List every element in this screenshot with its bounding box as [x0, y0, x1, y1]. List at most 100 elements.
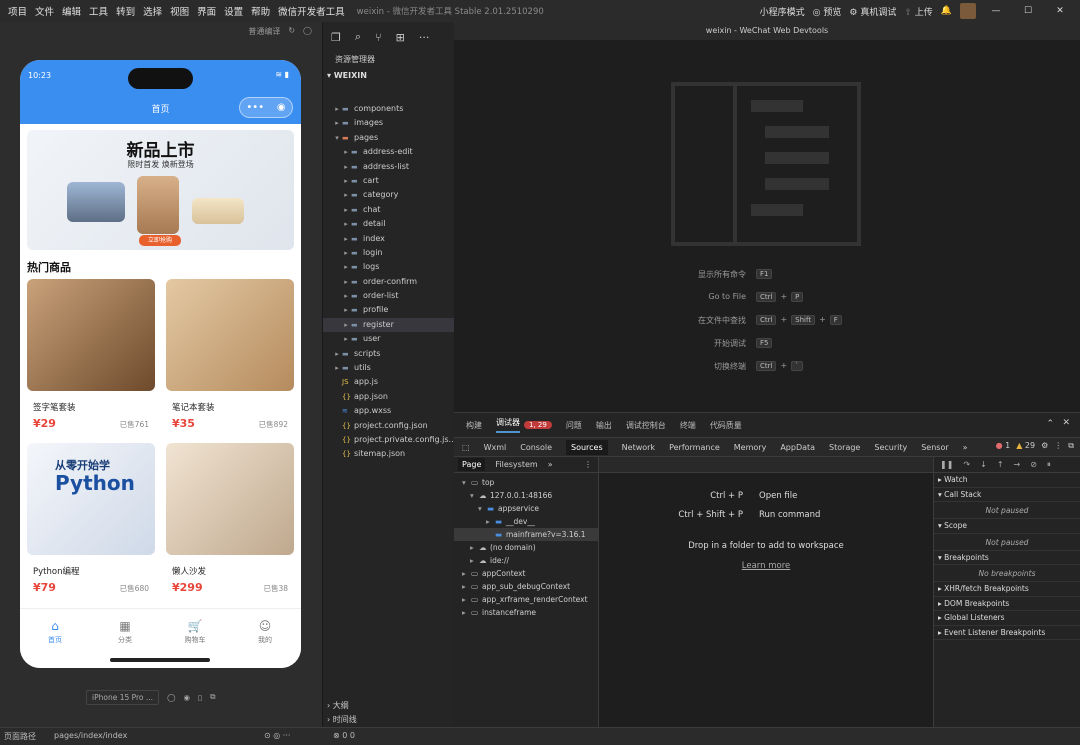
inspect-icon[interactable]: ⬚: [462, 443, 470, 452]
device-select[interactable]: iPhone 15 Pro ...: [86, 689, 160, 705]
file-tree-item[interactable]: ▸ ▬ scripts: [323, 347, 454, 361]
maximize-icon[interactable]: ☐: [1016, 6, 1040, 16]
menu-item[interactable]: 视图: [166, 4, 193, 18]
stop-icon[interactable]: ◯: [303, 26, 312, 37]
product-card[interactable]: 签字笔套装 ¥29 已售761: [27, 279, 155, 439]
debugger-pane-header[interactable]: ▸ DOM Breakpoints: [934, 597, 1080, 611]
more-icon[interactable]: ···: [419, 31, 430, 44]
debugger-pane-header[interactable]: ▸ Global Listeners: [934, 611, 1080, 626]
menu-item[interactable]: 转到: [112, 4, 139, 18]
file-tree-item[interactable]: ▸ ▬ logs: [323, 260, 454, 274]
sources-tree-item[interactable]: ▬ mainframe?v=3.16.1: [454, 528, 598, 541]
product-card[interactable]: 懒人沙发 ¥299 已售38: [166, 443, 294, 603]
tab-profile[interactable]: ☺ 我的: [230, 619, 300, 645]
sources-tree-item[interactable]: ▸ ☁ (no domain): [454, 541, 598, 554]
sources-tree-item[interactable]: ▸ ☁ ide://: [454, 554, 598, 567]
panel-tab[interactable]: Sources: [566, 439, 608, 455]
settings-icon[interactable]: ⚙: [1041, 441, 1048, 451]
menu-item[interactable]: 编辑: [58, 4, 85, 18]
devtools-tab[interactable]: 终端: [680, 420, 696, 431]
menu-item[interactable]: 项目: [4, 4, 31, 18]
sources-tree-item[interactable]: ▸ ▭ app_sub_debugContext: [454, 580, 598, 593]
file-tree-item[interactable]: {} app.json: [323, 390, 454, 404]
panel-tab[interactable]: AppData: [780, 443, 815, 452]
banner[interactable]: 新品上市 限时首发 焕新登场 立即抢购: [27, 130, 294, 250]
menu-item[interactable]: 微信开发者工具: [274, 4, 349, 18]
file-tree-item[interactable]: {} sitemap.json: [323, 447, 454, 461]
panel-tab[interactable]: Sensor: [921, 443, 948, 452]
compile-select[interactable]: 普通编译: [248, 26, 280, 37]
tab-page[interactable]: Page: [458, 458, 486, 471]
sources-tree-item[interactable]: ▸ ▭ instanceframe: [454, 606, 598, 619]
product-card[interactable]: 从零开始学 Python Python编程 ¥79 已售680: [27, 443, 155, 603]
menu-item[interactable]: 帮助: [247, 4, 274, 18]
panel-tab[interactable]: Wxml: [484, 443, 507, 452]
devtools-tab[interactable]: 输出: [596, 420, 612, 431]
panel-tab[interactable]: Storage: [829, 443, 860, 452]
refresh-icon[interactable]: ↻: [288, 26, 295, 37]
chevron-up-icon[interactable]: ⌃: [1046, 419, 1054, 429]
record-icon[interactable]: ◉: [183, 693, 190, 702]
file-tree-item[interactable]: ▸ ▬ cart: [323, 174, 454, 188]
menu-item[interactable]: 文件: [31, 4, 58, 18]
learn-more-link[interactable]: Learn more: [599, 561, 933, 571]
file-tree-item[interactable]: {} project.config.json: [323, 419, 454, 433]
dock-icon[interactable]: ⧉: [1068, 441, 1074, 451]
panel-tab[interactable]: Security: [874, 443, 907, 452]
step-out-icon[interactable]: ↑: [997, 460, 1004, 469]
search-icon[interactable]: ⌕: [355, 30, 361, 44]
file-tree-item[interactable]: ▸ ▬ utils: [323, 361, 454, 375]
explorer-root[interactable]: ▾ WEIXIN: [323, 68, 454, 84]
devtools-tab[interactable]: 代码质量: [710, 420, 742, 431]
tab-home[interactable]: ⌂ 首页: [20, 619, 90, 645]
devtools-tab[interactable]: 构建: [466, 420, 482, 431]
files-icon[interactable]: ❐: [331, 31, 341, 44]
debugger-pane-header[interactable]: ▸ Watch: [934, 473, 1080, 488]
close-icon[interactable]: ✕: [1048, 6, 1072, 16]
product-card[interactable]: 笔记本套装 ¥35 已售892: [166, 279, 294, 439]
file-tree-item[interactable]: ▸ ▬ detail: [323, 217, 454, 231]
file-tree-item[interactable]: ▸ ▬ components: [323, 102, 454, 116]
git-icon[interactable]: ⑂: [375, 31, 382, 44]
panel-tab[interactable]: Performance: [669, 443, 720, 452]
sources-tree-item[interactable]: ▾ ☁ 127.0.0.1:48166: [454, 489, 598, 502]
tab-filesystem[interactable]: Filesystem: [495, 460, 537, 469]
step-icon[interactable]: →: [1014, 460, 1021, 469]
tab-category[interactable]: ▦ 分类: [90, 619, 160, 645]
sources-tree-item[interactable]: ▸ ▭ appContext: [454, 567, 598, 580]
debugger-pane-header[interactable]: ▾ Call Stack: [934, 488, 1080, 502]
capsule-menu[interactable]: ••• ◉: [239, 97, 293, 118]
deactivate-icon[interactable]: ⊘: [1030, 460, 1037, 469]
problem-counts[interactable]: ⊗ 0 0: [333, 731, 355, 740]
mode-select[interactable]: 小程序模式: [760, 5, 805, 18]
file-tree-item[interactable]: ▸ ▬ order-list: [323, 289, 454, 303]
devtools-tab[interactable]: 调试器: [496, 417, 520, 433]
preview-button[interactable]: ◎ 预览: [813, 5, 842, 18]
panel-tab[interactable]: Console: [520, 443, 552, 452]
sources-tree-item[interactable]: ▾ ▭ top: [454, 476, 598, 489]
step-over-icon[interactable]: ↷: [963, 460, 970, 469]
debugger-pane-header[interactable]: ▸ XHR/fetch Breakpoints: [934, 582, 1080, 597]
menu-item[interactable]: 选择: [139, 4, 166, 18]
page-path-label[interactable]: 页面路径: [4, 731, 36, 742]
chevron-more-icon[interactable]: »: [963, 443, 968, 452]
extensions-icon[interactable]: ⊞: [396, 31, 405, 44]
panel-tab[interactable]: Memory: [734, 443, 767, 452]
pause-exceptions-icon[interactable]: ⏸: [1047, 460, 1051, 470]
timeline-section[interactable]: › 时间线: [323, 713, 454, 727]
debugger-pane-header[interactable]: ▾ Scope: [934, 519, 1080, 534]
step-into-icon[interactable]: ↓: [980, 460, 987, 469]
upload-button[interactable]: ⇧ 上传: [904, 5, 932, 18]
file-tree-item[interactable]: ▸ ▬ chat: [323, 203, 454, 217]
file-tree-item[interactable]: ▸ ▬ address-list: [323, 160, 454, 174]
debugger-pane-header[interactable]: ▾ Breakpoints: [934, 551, 1080, 565]
target-icon[interactable]: ◉: [277, 102, 286, 113]
file-tree-item[interactable]: ▾ ▬ pages: [323, 131, 454, 145]
file-tree-item[interactable]: {} project.private.config.js...: [323, 433, 456, 447]
remote-debug-button[interactable]: ⚙ 真机调试: [849, 5, 896, 18]
file-tree-item[interactable]: ▸ ▬ category: [323, 188, 454, 202]
banner-button[interactable]: 立即抢购: [139, 235, 181, 246]
rotate-icon[interactable]: ◯: [167, 693, 175, 702]
close-panel-icon[interactable]: ✕: [1062, 418, 1070, 428]
minimize-icon[interactable]: —: [984, 6, 1008, 16]
